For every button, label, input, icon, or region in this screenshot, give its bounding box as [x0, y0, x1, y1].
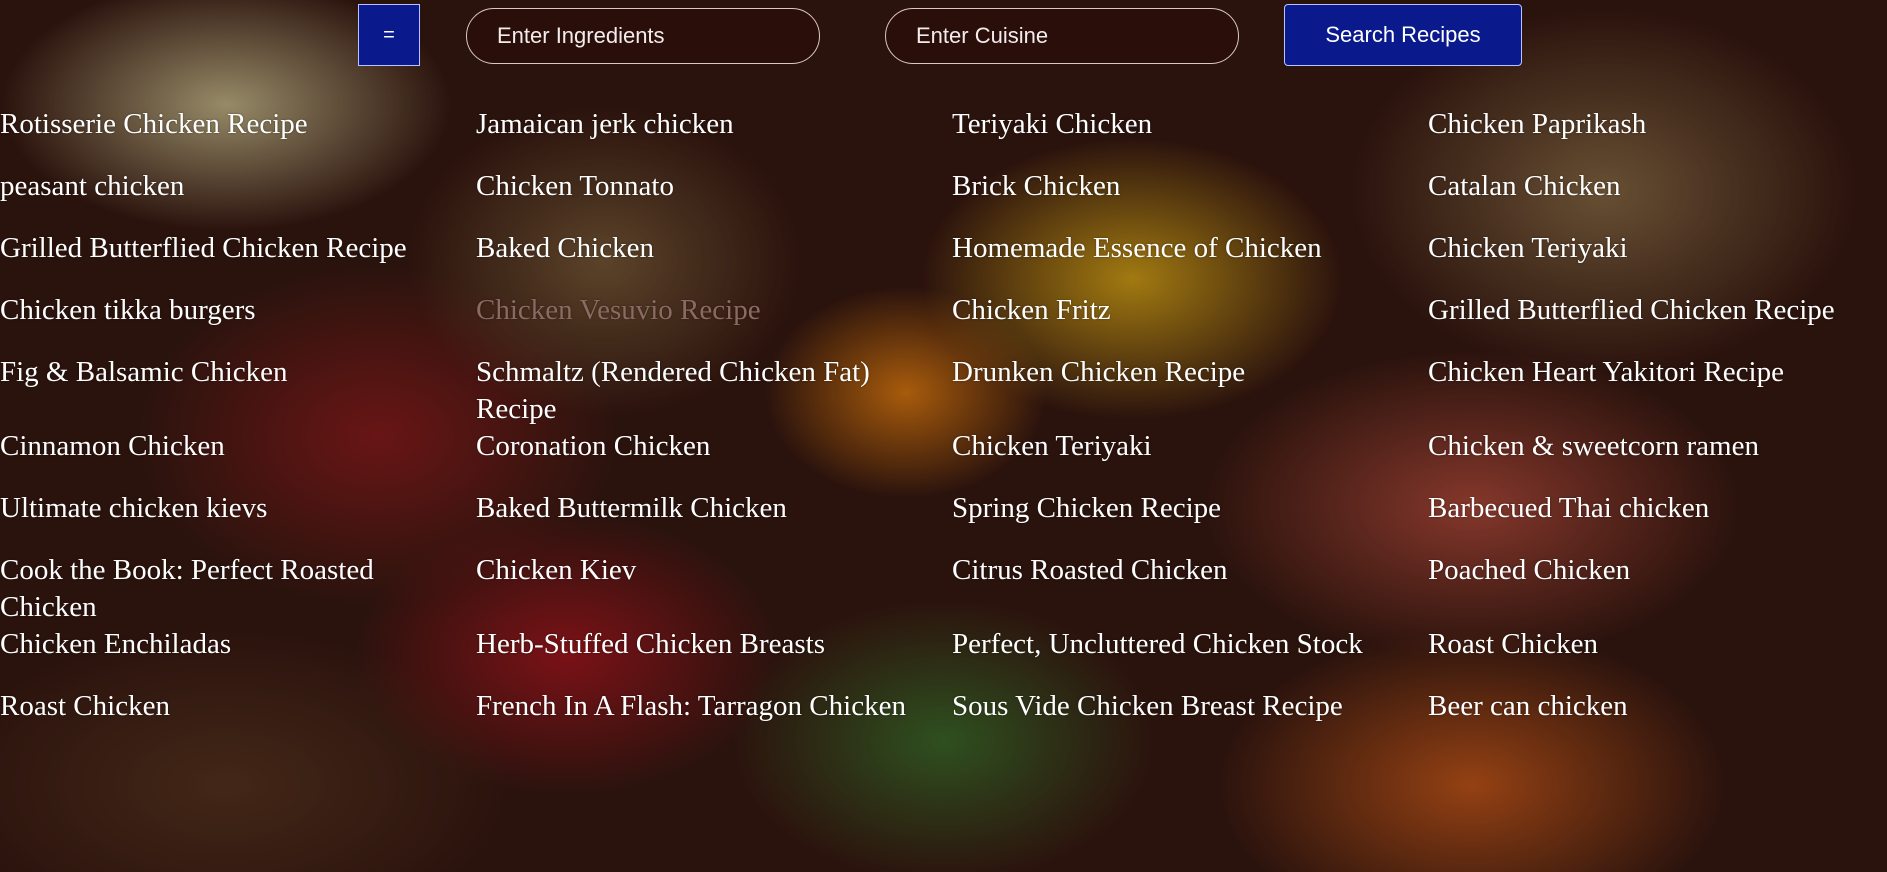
- menu-button[interactable]: =: [358, 4, 420, 66]
- cuisine-input[interactable]: [885, 8, 1239, 64]
- recipe-link[interactable]: Drunken Chicken Recipe: [952, 354, 1428, 428]
- recipe-link[interactable]: peasant chicken: [0, 168, 476, 230]
- recipe-link[interactable]: Cinnamon Chicken: [0, 428, 476, 490]
- recipe-link[interactable]: Fig & Balsamic Chicken: [0, 354, 476, 428]
- recipe-link[interactable]: Herb-Stuffed Chicken Breasts: [476, 626, 952, 688]
- recipe-link[interactable]: Poached Chicken: [1428, 552, 1887, 626]
- search-bar: = Search Recipes: [0, 4, 1887, 70]
- recipe-link[interactable]: Chicken Teriyaki: [952, 428, 1428, 490]
- recipe-link[interactable]: Barbecued Thai chicken: [1428, 490, 1887, 552]
- recipe-link[interactable]: Chicken Teriyaki: [1428, 230, 1887, 292]
- recipe-link[interactable]: Chicken Enchiladas: [0, 626, 476, 688]
- recipe-link[interactable]: Chicken Heart Yakitori Recipe: [1428, 354, 1887, 428]
- recipe-link[interactable]: Baked Chicken: [476, 230, 952, 292]
- recipe-link[interactable]: Roast Chicken: [0, 688, 476, 750]
- recipe-link[interactable]: Sous Vide Chicken Breast Recipe: [952, 688, 1428, 750]
- recipe-link[interactable]: Chicken Kiev: [476, 552, 952, 626]
- recipe-link[interactable]: Roast Chicken: [1428, 626, 1887, 688]
- recipe-link[interactable]: Chicken Fritz: [952, 292, 1428, 354]
- recipe-link[interactable]: Coronation Chicken: [476, 428, 952, 490]
- recipe-link[interactable]: Homemade Essence of Chicken: [952, 230, 1428, 292]
- recipe-grid: Rotisserie Chicken Recipe Jamaican jerk c…: [0, 106, 1887, 750]
- recipe-link[interactable]: Spring Chicken Recipe: [952, 490, 1428, 552]
- ingredients-input[interactable]: [466, 8, 820, 64]
- recipe-link[interactable]: Grilled Butterflied Chicken Recipe: [0, 230, 476, 292]
- recipe-link[interactable]: Rotisserie Chicken Recipe: [0, 106, 476, 168]
- recipe-link[interactable]: Cook the Book: Perfect Roasted Chicken: [0, 552, 476, 626]
- recipe-link[interactable]: Teriyaki Chicken: [952, 106, 1428, 168]
- recipe-link[interactable]: Perfect, Uncluttered Chicken Stock: [952, 626, 1428, 688]
- recipe-link[interactable]: Citrus Roasted Chicken: [952, 552, 1428, 626]
- recipe-link[interactable]: Grilled Butterflied Chicken Recipe: [1428, 292, 1887, 354]
- recipe-link[interactable]: Chicken tikka burgers: [0, 292, 476, 354]
- recipe-link[interactable]: Ultimate chicken kievs: [0, 490, 476, 552]
- recipe-link[interactable]: Chicken Tonnato: [476, 168, 952, 230]
- recipe-link[interactable]: Chicken Vesuvio Recipe: [476, 292, 952, 354]
- recipe-link[interactable]: Schmaltz (Rendered Chicken Fat) Recipe: [476, 354, 952, 428]
- search-recipes-button[interactable]: Search Recipes: [1284, 4, 1522, 66]
- recipe-link[interactable]: Beer can chicken: [1428, 688, 1887, 750]
- recipe-link[interactable]: Chicken & sweetcorn ramen: [1428, 428, 1887, 490]
- recipe-link[interactable]: French In A Flash: Tarragon Chicken: [476, 688, 952, 750]
- recipe-link[interactable]: Chicken Paprikash: [1428, 106, 1887, 168]
- recipe-link[interactable]: Baked Buttermilk Chicken: [476, 490, 952, 552]
- recipe-link[interactable]: Jamaican jerk chicken: [476, 106, 952, 168]
- recipe-link[interactable]: Catalan Chicken: [1428, 168, 1887, 230]
- recipe-link[interactable]: Brick Chicken: [952, 168, 1428, 230]
